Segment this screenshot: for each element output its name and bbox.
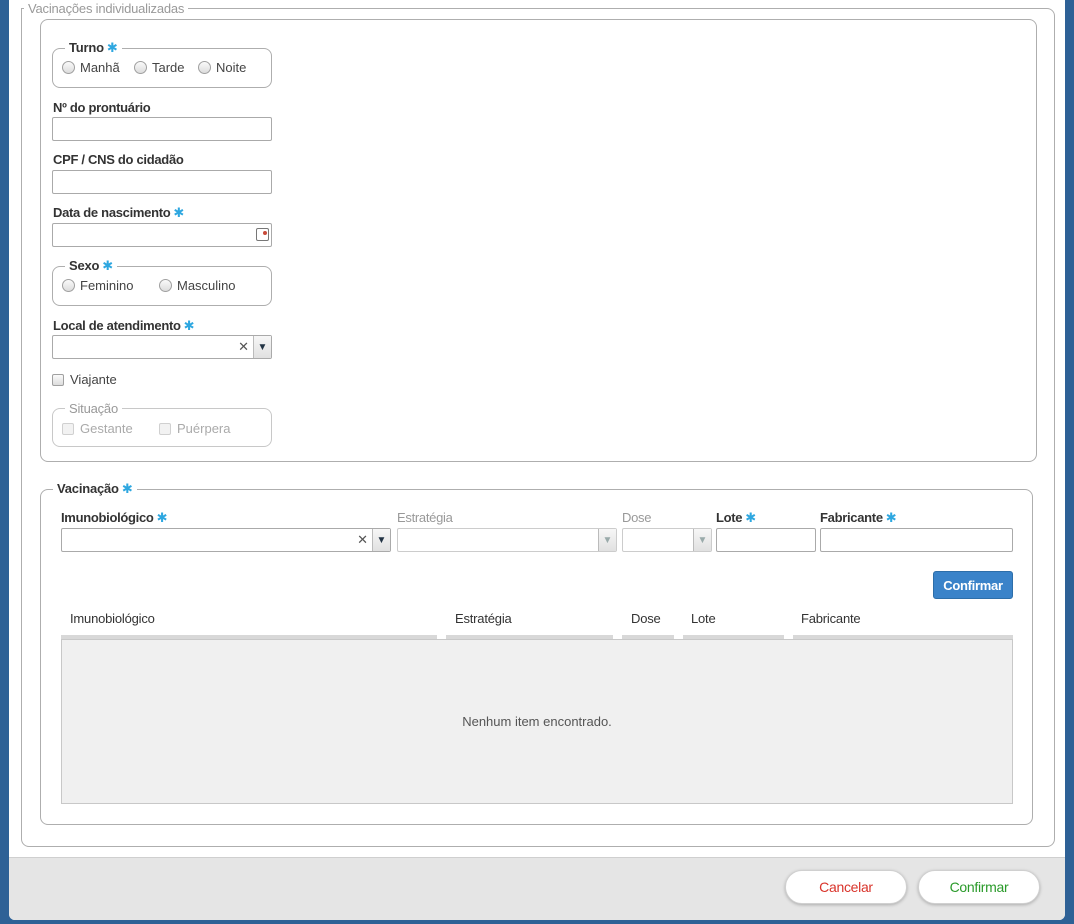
dialog: Vacinações individualizadas Turno ✱ Manhã…: [9, 0, 1065, 920]
prontuario-input[interactable]: [52, 117, 272, 141]
turno-option-tarde[interactable]: Tarde: [134, 60, 185, 75]
situacao-legend: Situação: [69, 401, 118, 416]
estrategia-select[interactable]: ▼: [397, 528, 617, 552]
sexo-legend: Sexo ✱: [69, 258, 113, 273]
radio-icon[interactable]: [198, 61, 211, 74]
vacinacoes-legend: Vacinações individualizadas: [28, 1, 185, 16]
radio-icon[interactable]: [159, 279, 172, 292]
turno-option-manha[interactable]: Manhã: [62, 60, 120, 75]
cpf-input[interactable]: [52, 170, 272, 194]
checkbox-icon[interactable]: [52, 373, 64, 386]
cancel-button[interactable]: Cancelar: [785, 870, 907, 904]
sexo-option-feminino[interactable]: Feminino: [62, 278, 133, 293]
required-icon: ✱: [106, 40, 118, 55]
prontuario-label: Nº do prontuário: [53, 100, 151, 115]
clear-icon[interactable]: ✕: [357, 532, 368, 548]
estrategia-label: Estratégia: [397, 510, 453, 525]
required-icon: ✱: [745, 510, 756, 525]
sexo-option-masculino[interactable]: Masculino: [159, 278, 236, 293]
radio-icon[interactable]: [62, 61, 75, 74]
situacao-option-gestante[interactable]: Gestante: [62, 421, 133, 436]
chevron-down-icon[interactable]: ▼: [598, 529, 616, 551]
dialog-footer: Cancelar Confirmar: [9, 857, 1065, 920]
turno-option-noite[interactable]: Noite: [198, 60, 246, 75]
nascimento-input[interactable]: [52, 223, 272, 247]
dose-label: Dose: [622, 510, 652, 525]
radio-icon[interactable]: [134, 61, 147, 74]
required-icon: ✱: [102, 258, 113, 273]
dose-select[interactable]: ▼: [622, 528, 712, 552]
required-icon: ✱: [173, 205, 185, 220]
table-header-estrategia[interactable]: Estratégia: [455, 611, 512, 626]
checkbox-icon[interactable]: [62, 422, 74, 435]
vacinacao-legend: Vacinação ✱: [57, 481, 133, 496]
table-header-lote[interactable]: Lote: [691, 611, 716, 626]
imunobiologico-label: Imunobiológico ✱: [61, 510, 168, 525]
situacao-option-puerpera[interactable]: Puérpera: [159, 421, 230, 436]
viajante-checkbox[interactable]: Viajante: [52, 372, 117, 387]
table-empty-body: Nenhum item encontrado.: [61, 639, 1013, 804]
imunobiologico-select[interactable]: ✕ ▼: [61, 528, 391, 552]
table-header-fabricante[interactable]: Fabricante: [801, 611, 861, 626]
radio-icon[interactable]: [62, 279, 75, 292]
local-select[interactable]: ✕ ▼: [52, 335, 272, 359]
required-icon: ✱: [183, 318, 195, 333]
required-icon: ✱: [121, 481, 133, 496]
table-header-dose[interactable]: Dose: [631, 611, 661, 626]
lote-input[interactable]: [716, 528, 816, 552]
confirmar-vacina-button[interactable]: Confirmar: [933, 571, 1013, 599]
required-icon: ✱: [156, 510, 168, 525]
nascimento-label: Data de nascimento ✱: [53, 205, 185, 220]
cpf-label: CPF / CNS do cidadão: [53, 152, 184, 167]
turno-legend: Turno ✱: [69, 40, 118, 55]
lote-label: Lote ✱: [716, 510, 756, 525]
clear-icon[interactable]: ✕: [238, 339, 249, 355]
empty-message: Nenhum item encontrado.: [462, 714, 612, 729]
confirm-button[interactable]: Confirmar: [918, 870, 1040, 904]
chevron-down-icon[interactable]: ▼: [253, 336, 271, 358]
fabricante-input[interactable]: [820, 528, 1013, 552]
table-header-imunobiologico[interactable]: Imunobiológico: [70, 611, 155, 626]
checkbox-icon[interactable]: [159, 422, 171, 435]
local-label: Local de atendimento ✱: [53, 318, 195, 333]
fabricante-label: Fabricante ✱: [820, 510, 897, 525]
required-icon: ✱: [885, 510, 897, 525]
chevron-down-icon[interactable]: ▼: [372, 529, 390, 551]
chevron-down-icon[interactable]: ▼: [693, 529, 711, 551]
calendar-icon[interactable]: [256, 228, 269, 241]
